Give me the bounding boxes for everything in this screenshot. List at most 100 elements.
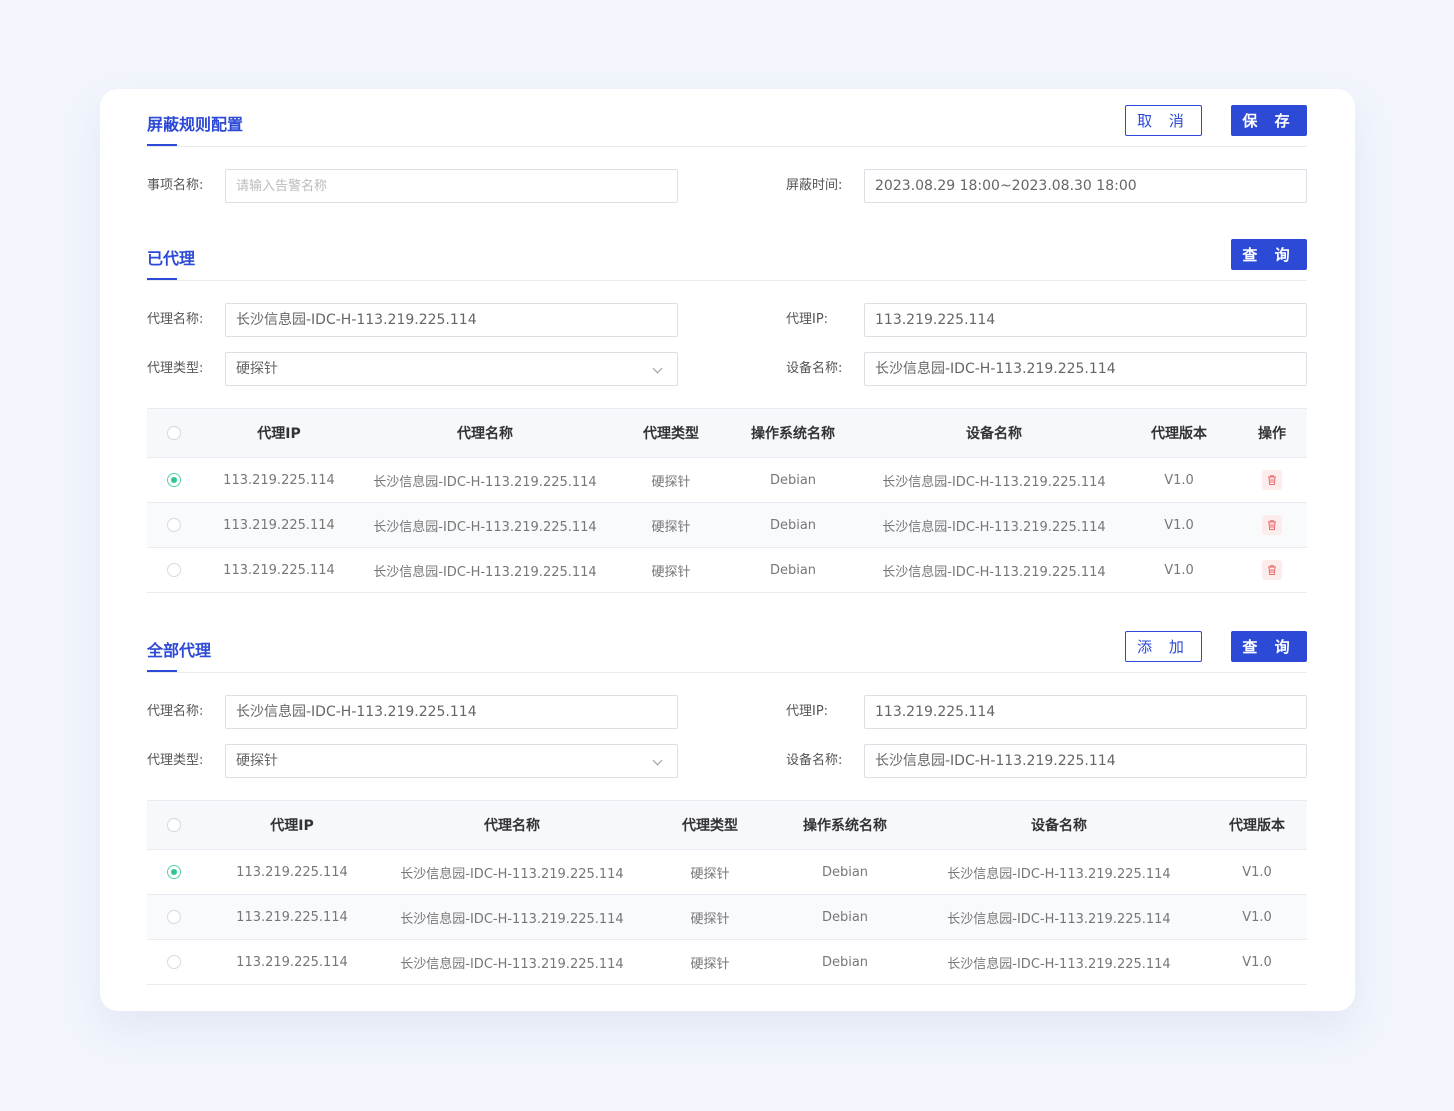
col-header: 代理IP — [257, 426, 301, 442]
block-time-label: 屏蔽时间: — [786, 178, 843, 193]
item-name-input[interactable] — [225, 169, 678, 203]
all-ip-input[interactable]: 113.219.225.114 — [864, 695, 1307, 729]
block-time-input[interactable]: 2023.08.29 18:00~2023.08.30 18:00 — [864, 169, 1307, 203]
cell-device: 长沙信息园-IDC-H-113.219.225.114 — [882, 519, 1106, 535]
cell-version: V1.0 — [1164, 472, 1194, 488]
col-header: 代理类型 — [682, 818, 738, 834]
select-all-radio[interactable] — [167, 426, 181, 440]
all-ip-label: 代理IP: — [786, 704, 829, 719]
proxied-device-label: 设备名称: — [786, 361, 843, 376]
table-row[interactable]: 113.219.225.114 长沙信息园-IDC-H-113.219.225.… — [147, 895, 1307, 940]
cell-ip: 113.219.225.114 — [236, 909, 348, 925]
delete-button[interactable] — [1262, 560, 1282, 580]
all-type-label: 代理类型: — [147, 753, 204, 768]
all-type-select[interactable]: 硬探针 — [225, 744, 678, 778]
table-row[interactable]: 113.219.225.114 长沙信息园-IDC-H-113.219.225.… — [147, 850, 1307, 895]
row-radio[interactable] — [167, 473, 181, 487]
cell-os: Debian — [769, 562, 817, 578]
cell-version: V1.0 — [1242, 909, 1272, 925]
proxied-device-input[interactable]: 长沙信息园-IDC-H-113.219.225.114 — [864, 352, 1307, 386]
cell-os: Debian — [769, 472, 817, 488]
cell-ip: 113.219.225.114 — [223, 472, 335, 488]
cell-ip: 113.219.225.114 — [236, 864, 348, 880]
cell-type: 硬探针 — [690, 911, 730, 927]
proxied-divider — [147, 280, 1307, 281]
all-proxies-title: 全部代理 — [147, 641, 212, 660]
cell-name: 长沙信息园-IDC-H-113.219.225.114 — [400, 911, 624, 927]
col-header: 代理IP — [270, 818, 314, 834]
all-proxies-query-button[interactable]: 查 询 — [1231, 631, 1307, 662]
cell-type: 硬探针 — [690, 866, 730, 882]
config-title: 屏蔽规则配置 — [147, 115, 244, 134]
cancel-button[interactable]: 取 消 — [1125, 105, 1202, 136]
row-radio[interactable] — [167, 865, 181, 879]
proxied-table: 代理IP 代理名称 代理类型 操作系统名称 设备名称 代理版本 操作 113.2… — [147, 408, 1307, 593]
col-header: 代理名称 — [457, 426, 513, 442]
cell-version: V1.0 — [1242, 864, 1272, 880]
col-header: 代理版本 — [1229, 818, 1285, 834]
col-header: 操作系统名称 — [751, 426, 835, 442]
cell-type: 硬探针 — [690, 956, 730, 972]
all-type-value: 硬探针 — [236, 753, 278, 769]
cell-name: 长沙信息园-IDC-H-113.219.225.114 — [400, 866, 624, 882]
cell-device: 长沙信息园-IDC-H-113.219.225.114 — [947, 911, 1171, 927]
proxied-type-select[interactable]: 硬探针 — [225, 352, 678, 386]
cell-type: 硬探针 — [651, 519, 691, 535]
cell-ip: 113.219.225.114 — [223, 562, 335, 578]
item-name-label: 事项名称: — [147, 178, 204, 193]
trash-icon — [1268, 565, 1276, 575]
cell-name: 长沙信息园-IDC-H-113.219.225.114 — [373, 474, 597, 490]
all-proxies-divider — [147, 672, 1307, 673]
cell-name: 长沙信息园-IDC-H-113.219.225.114 — [400, 956, 624, 972]
col-header: 设备名称 — [1031, 818, 1087, 834]
table-row[interactable]: 113.219.225.114 长沙信息园-IDC-H-113.219.225.… — [147, 458, 1307, 503]
cell-ip: 113.219.225.114 — [236, 954, 348, 970]
trash-icon — [1268, 475, 1276, 485]
cell-device: 长沙信息园-IDC-H-113.219.225.114 — [947, 866, 1171, 882]
all-name-label: 代理名称: — [147, 704, 204, 719]
col-header: 代理版本 — [1151, 426, 1207, 442]
table-row[interactable]: 113.219.225.114 长沙信息园-IDC-H-113.219.225.… — [147, 503, 1307, 548]
delete-button[interactable] — [1262, 470, 1282, 490]
cell-os: Debian — [821, 954, 869, 970]
table-row[interactable]: 113.219.225.114 长沙信息园-IDC-H-113.219.225.… — [147, 548, 1307, 593]
add-button[interactable]: 添 加 — [1125, 631, 1202, 662]
all-proxies-table: 代理IP 代理名称 代理类型 操作系统名称 设备名称 代理版本 113.219.… — [147, 800, 1307, 985]
table-row[interactable]: 113.219.225.114 长沙信息园-IDC-H-113.219.225.… — [147, 940, 1307, 985]
cell-name: 长沙信息园-IDC-H-113.219.225.114 — [373, 564, 597, 580]
cell-device: 长沙信息园-IDC-H-113.219.225.114 — [882, 564, 1106, 580]
proxied-name-label: 代理名称: — [147, 312, 204, 327]
proxied-ip-input[interactable]: 113.219.225.114 — [864, 303, 1307, 337]
all-device-input[interactable]: 长沙信息园-IDC-H-113.219.225.114 — [864, 744, 1307, 778]
all-proxies-table-header: 代理IP 代理名称 代理类型 操作系统名称 设备名称 代理版本 — [147, 800, 1307, 850]
all-device-label: 设备名称: — [786, 753, 843, 768]
all-name-input[interactable]: 长沙信息园-IDC-H-113.219.225.114 — [225, 695, 678, 729]
proxied-query-button[interactable]: 查 询 — [1231, 239, 1307, 270]
proxied-ip-label: 代理IP: — [786, 312, 829, 327]
proxied-table-header: 代理IP 代理名称 代理类型 操作系统名称 设备名称 代理版本 操作 — [147, 408, 1307, 458]
proxied-title: 已代理 — [147, 249, 196, 268]
config-divider — [147, 146, 1307, 147]
cell-version: V1.0 — [1164, 517, 1194, 533]
row-radio[interactable] — [167, 518, 181, 532]
chevron-down-icon — [652, 363, 663, 374]
block-rule-card: 屏蔽规则配置 取 消 保 存 事项名称: 屏蔽时间: 2023.08.29 18… — [100, 89, 1355, 1011]
col-header: 代理名称 — [484, 818, 540, 834]
proxied-name-input[interactable]: 长沙信息园-IDC-H-113.219.225.114 — [225, 303, 678, 337]
cell-device: 长沙信息园-IDC-H-113.219.225.114 — [947, 956, 1171, 972]
cell-device: 长沙信息园-IDC-H-113.219.225.114 — [882, 474, 1106, 490]
cell-type: 硬探针 — [651, 564, 691, 580]
col-header: 设备名称 — [966, 426, 1022, 442]
col-header: 操作系统名称 — [803, 818, 887, 834]
trash-icon — [1268, 520, 1276, 530]
row-radio[interactable] — [167, 563, 181, 577]
proxied-type-label: 代理类型: — [147, 361, 204, 376]
save-button[interactable]: 保 存 — [1231, 105, 1307, 136]
delete-button[interactable] — [1262, 515, 1282, 535]
select-all-radio[interactable] — [167, 818, 181, 832]
cell-ip: 113.219.225.114 — [223, 517, 335, 533]
row-radio[interactable] — [167, 955, 181, 969]
chevron-down-icon — [652, 755, 663, 766]
row-radio[interactable] — [167, 910, 181, 924]
cell-version: V1.0 — [1242, 954, 1272, 970]
